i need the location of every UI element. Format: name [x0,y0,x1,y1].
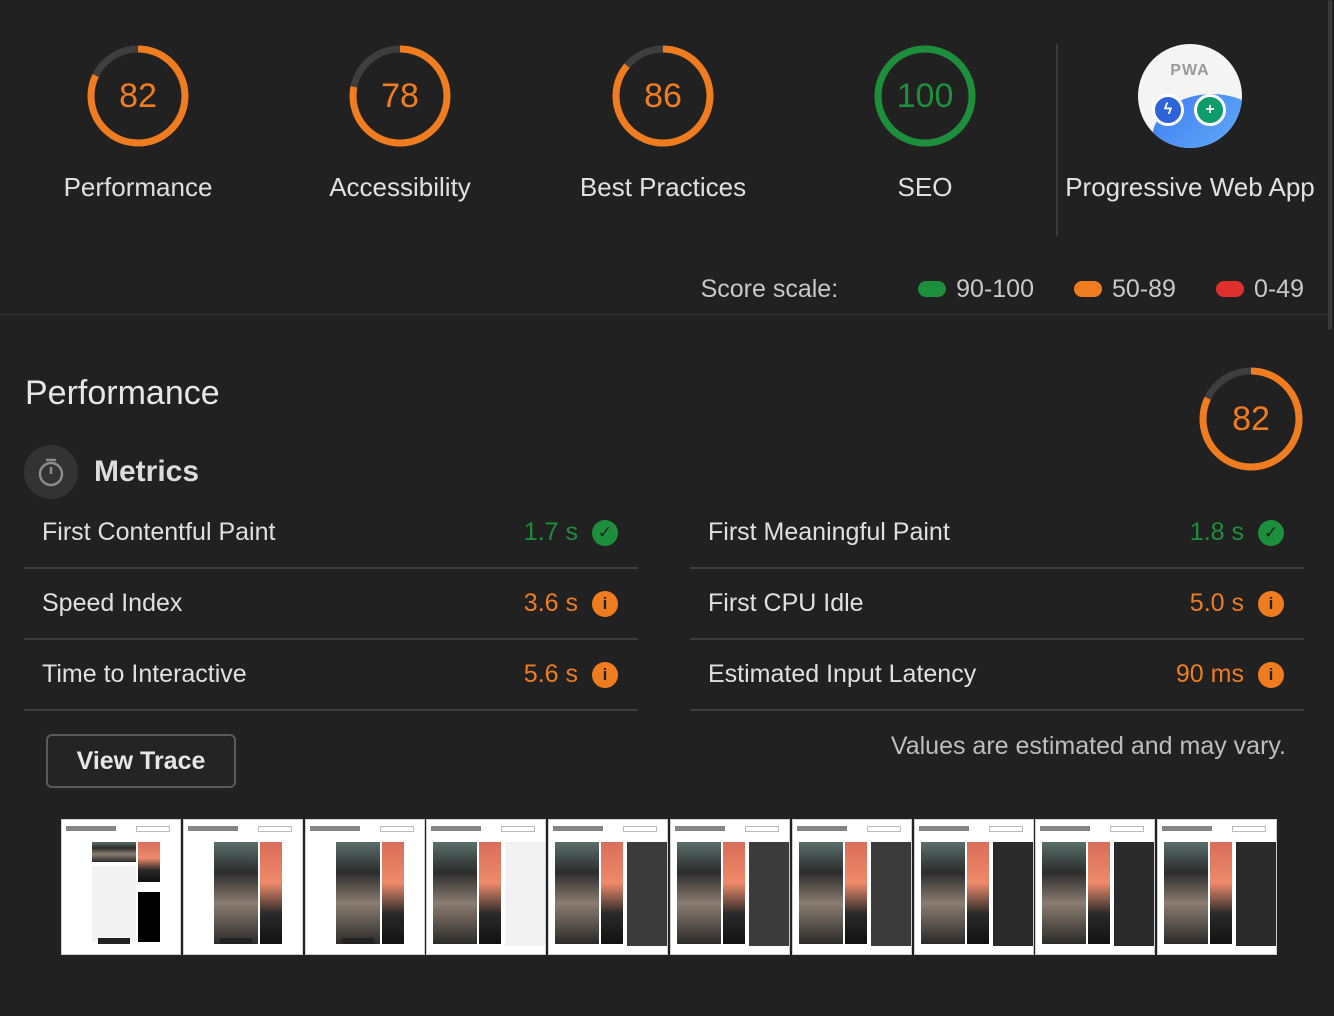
check-icon: ✓ [592,520,618,546]
scale-item-pass: 90-100 [918,275,1034,304]
filmstrip-frame [182,819,303,955]
metric-value: 3.6 s [523,589,578,617]
info-icon: i [592,662,618,688]
section-divider [0,314,1330,315]
pwa-badge-icon: PWA ϟ + [1138,44,1242,148]
filmstrip-frame [548,819,669,955]
gauge-score: 82 [1232,400,1270,438]
plus-icon: + [1194,94,1226,126]
check-icon: ✓ [1258,520,1284,546]
scale-range: 50-89 [1112,274,1176,303]
metric-name: First Meaningful Paint [708,518,950,546]
gauge-accessibility[interactable]: 78 Accessibility [270,44,530,204]
metric-row: Speed Index 3.6 s i [24,569,638,640]
filmstrip-frame [669,819,790,955]
metric-name: Estimated Input Latency [708,660,977,688]
metric-value: 5.6 s [523,660,578,688]
stopwatch-icon [24,445,78,499]
category-gauges: 82 Performance 78 Accessibility 86 Best … [0,0,1334,250]
filmstrip [61,819,1279,955]
gauge-performance[interactable]: 82 Performance [8,44,268,204]
scale-range: 90-100 [956,274,1034,303]
filmstrip-frame [304,819,425,955]
gauge-ring: 78 [348,44,452,148]
pwa-badge-text: PWA [1170,62,1210,79]
lighthouse-report: 82 Performance 78 Accessibility 86 Best … [0,0,1334,1016]
metric-value: 90 ms [1175,660,1244,688]
gauge-ring: 100 [873,44,977,148]
estimate-disclaimer: Values are estimated and may vary. [890,732,1286,760]
fail-pill-icon [1215,281,1244,297]
gauge-pwa[interactable]: PWA ϟ + Progressive Web App [1060,44,1320,204]
score-scale: Score scale: 90-100 50-89 0-49 [701,274,1304,304]
gauge-divider [1056,44,1058,236]
info-icon: i [1258,591,1284,617]
gauge-ring: 86 [611,44,715,148]
gauge-label: Performance [63,172,213,202]
metric-row: Estimated Input Latency 90 ms i [690,640,1304,711]
gauge-seo[interactable]: 100 SEO [795,44,1055,204]
average-pill-icon [1074,281,1102,297]
metric-name: Speed Index [42,589,183,617]
metric-row: First Meaningful Paint 1.8 s ✓ [690,498,1304,569]
metrics-header: Metrics [24,445,199,499]
gauge-score: 86 [644,77,682,115]
filmstrip-frame [1157,819,1278,955]
pass-pill-icon [918,281,947,297]
gauge-label: SEO [897,172,953,202]
metric-value: 1.7 s [523,518,578,546]
view-trace-button[interactable]: View Trace [46,734,236,788]
metrics-left-column: First Contentful Paint 1.7 s ✓ Speed Ind… [24,498,638,711]
scale-range: 0-49 [1253,274,1304,303]
metric-name: First CPU Idle [708,589,864,617]
gauge-label: Accessibility [329,172,471,202]
metric-row: Time to Interactive 5.6 s i [24,640,638,711]
scrollbar-thumb[interactable] [1328,0,1332,330]
metric-value: 5.0 s [1189,589,1244,617]
section-title: Performance [25,374,220,412]
scale-item-average: 50-89 [1074,275,1176,304]
metrics-title: Metrics [94,455,200,488]
metric-value: 1.8 s [1189,518,1244,546]
gauge-score: 78 [381,77,419,115]
score-scale-label: Score scale: [700,274,839,303]
performance-gauge: 82 [1198,366,1304,472]
metric-name: First Contentful Paint [42,518,276,546]
filmstrip-frame [791,819,912,955]
metric-row: First Contentful Paint 1.7 s ✓ [24,498,638,569]
gauge-ring: 82 [86,44,190,148]
bolt-icon: ϟ [1152,94,1184,126]
filmstrip-frame [1035,819,1156,955]
scale-item-fail: 0-49 [1215,274,1304,304]
filmstrip-frame [61,819,181,955]
gauge-best-practices[interactable]: 86 Best Practices [533,44,793,204]
gauge-score: 100 [896,77,954,115]
info-icon: i [592,591,618,617]
info-icon: i [1258,662,1284,688]
gauge-label: Best Practices [579,172,747,202]
metric-row: First CPU Idle 5.0 s i [690,569,1304,640]
gauge-label: Progressive Web App [1065,172,1315,202]
filmstrip-frame [913,819,1034,955]
metrics-right-column: First Meaningful Paint 1.8 s ✓ First CPU… [690,498,1304,711]
filmstrip-frame [426,819,547,955]
gauge-score: 82 [119,77,157,115]
metric-name: Time to Interactive [42,660,247,688]
